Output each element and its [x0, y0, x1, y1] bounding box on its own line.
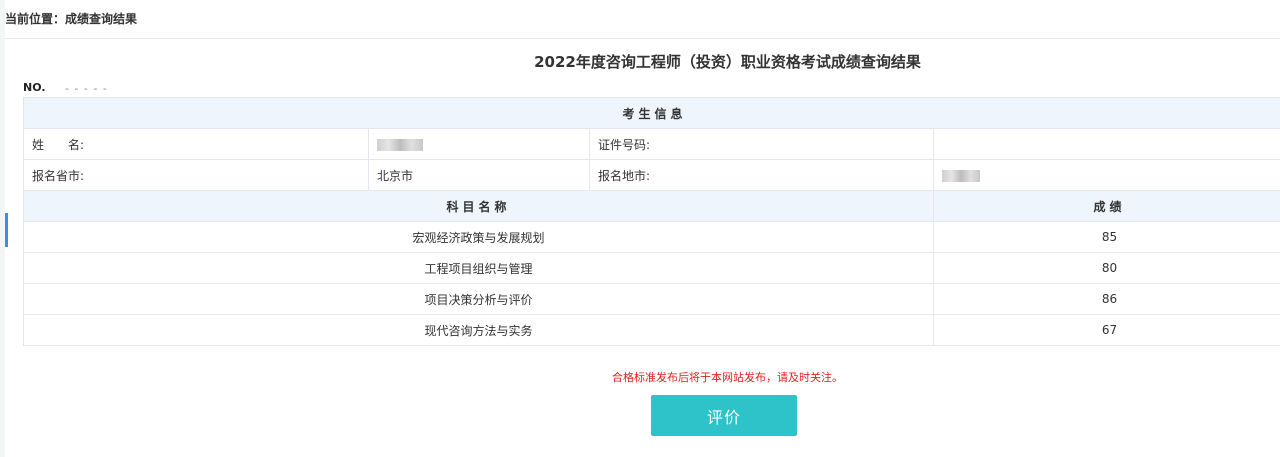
subject-name: 宏观经济政策与发展规划 [23, 221, 934, 253]
table-row: 宏观经济政策与发展规划 85 [23, 221, 1280, 253]
subject-score: 86 [932, 283, 1280, 315]
table-row: 项目决策分析与评价 86 [23, 283, 1280, 315]
no-label: NO. [23, 81, 46, 94]
subject-name: 项目决策分析与评价 [23, 283, 934, 315]
name-value [368, 128, 590, 160]
subject-score: 80 [932, 252, 1280, 284]
table-row: 现代咨询方法与实务 67 [23, 314, 1280, 346]
table-row: 报名省市: 北京市 报名地市: [23, 159, 1280, 191]
subject-header: 科目名称 [23, 190, 934, 222]
notice-text: 合格标准发布后将于本网站发布，请及时关注。 [612, 371, 843, 384]
redacted-name [377, 138, 423, 151]
side-scroll-marker [5, 213, 8, 247]
no-value: - - - - - [65, 82, 108, 95]
city-value [932, 159, 1280, 191]
subject-name: 现代咨询方法与实务 [23, 314, 934, 346]
result-page: 当前位置：成绩查询结果 2022年度咨询工程师（投资）职业资格考试成绩查询结果 … [5, 0, 1280, 457]
province-label: 报名省市: [23, 159, 369, 191]
id-value [932, 128, 1280, 160]
breadcrumb-label: 当前位置： [5, 12, 66, 26]
score-header-row: 科目名称 成绩 [23, 190, 1280, 222]
breadcrumb: 当前位置：成绩查询结果 [5, 0, 1280, 39]
page-title: 2022年度咨询工程师（投资）职业资格考试成绩查询结果 [534, 53, 921, 71]
candidate-info-header-row: 考生信息 [22, 97, 1280, 129]
id-label: 证件号码: [589, 128, 934, 160]
subject-name: 工程项目组织与管理 [23, 252, 934, 284]
city-label: 报名地市: [589, 159, 934, 191]
redacted-city [942, 169, 980, 182]
subject-score: 67 [932, 314, 1280, 346]
evaluate-button[interactable]: 评价 [651, 395, 797, 436]
name-label: 姓 名: [23, 128, 369, 160]
score-header: 成绩 [932, 190, 1280, 222]
result-table: 考生信息 姓 名: 证件号码: 报名省市: 北京市 报名地市: 科目名称 成绩 … [22, 97, 1280, 346]
province-value: 北京市 [368, 159, 590, 191]
table-row: 姓 名: 证件号码: [23, 128, 1280, 160]
breadcrumb-current: 成绩查询结果 [65, 12, 138, 26]
subject-score: 85 [932, 221, 1280, 253]
candidate-info-header: 考生信息 [22, 97, 1280, 129]
table-row: 工程项目组织与管理 80 [23, 252, 1280, 284]
